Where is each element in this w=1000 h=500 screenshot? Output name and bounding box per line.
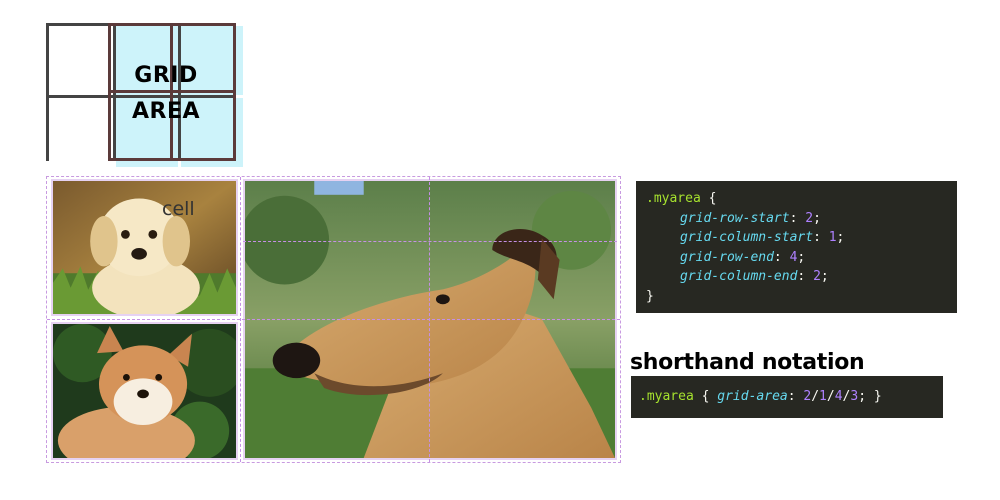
- css-value: 3: [850, 389, 859, 404]
- code-block-shorthand: .myarea { grid-area: 2/1/4/3; }: [631, 376, 943, 418]
- shiba-photo: [51, 322, 238, 460]
- css-property: grid-column-start: [680, 230, 814, 245]
- close-brace: }: [646, 288, 654, 304]
- css-selector: .myarea: [646, 191, 701, 206]
- grid-line-vertical: [240, 177, 241, 462]
- grid-area-label-line2: AREA: [131, 99, 201, 124]
- code-line: grid-column-end: 2;: [680, 269, 829, 284]
- css-selector: .myarea: [639, 389, 694, 404]
- code-line: }: [646, 287, 947, 307]
- css-property: grid-area: [717, 389, 788, 404]
- open-brace: {: [701, 389, 710, 404]
- css-value: 4: [834, 389, 843, 404]
- shorthand-heading: shorthand notation: [630, 350, 865, 375]
- code-line: grid-column-start: 1;: [680, 230, 845, 245]
- grid-area-label: GRID AREA: [108, 58, 224, 130]
- dog-profile-photo: [243, 179, 617, 460]
- open-brace: {: [708, 191, 717, 206]
- code-block-longhand: .myarea { grid-row-start: 2; grid-column…: [636, 181, 957, 313]
- code-line: grid-row-end: 4;: [680, 249, 806, 265]
- css-value: 2: [805, 210, 814, 226]
- css-value: 1: [828, 230, 837, 245]
- css-property: grid-row-end: [680, 249, 774, 265]
- code-line: .myarea {: [646, 189, 947, 209]
- cell-label: cell: [162, 198, 195, 220]
- photo-grid: [46, 176, 621, 463]
- puppy-photo: [51, 179, 238, 316]
- css-property: grid-column-end: [680, 269, 798, 284]
- close-brace: }: [873, 389, 882, 404]
- grid-cell: [49, 98, 113, 167]
- code-line: grid-row-start: 2;: [680, 210, 821, 226]
- css-property: grid-row-start: [680, 210, 790, 226]
- grid-area-label-line1: GRID: [134, 63, 198, 88]
- css-value: 1: [819, 389, 827, 404]
- css-value: 2: [813, 269, 821, 284]
- grid-cell: [49, 26, 113, 95]
